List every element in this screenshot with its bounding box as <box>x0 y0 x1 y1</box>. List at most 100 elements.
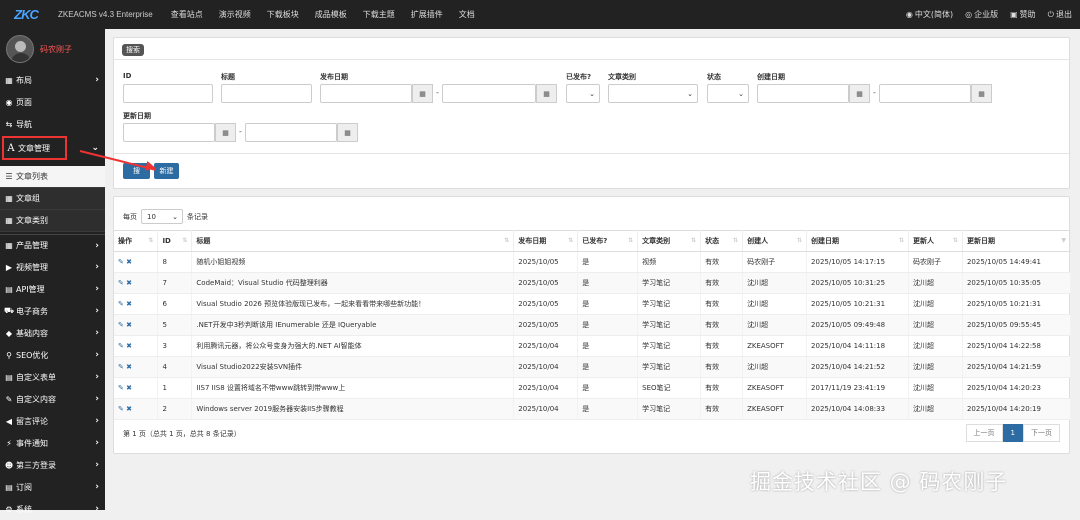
sidebar-item[interactable]: ⚙ 系统 › <box>0 498 105 520</box>
top-nav-link[interactable]: 文档 <box>459 9 475 20</box>
status-select[interactable]: ⌄ <box>707 84 749 103</box>
calendar-icon[interactable]: ▦ <box>536 84 557 103</box>
publish-date-to-input[interactable] <box>442 84 536 103</box>
category-select[interactable]: ⌄ <box>608 84 698 103</box>
table-row: ✎ ✖ 6 Visual Studio 2026 预览体验版现已发布，一起来看看带来… <box>114 293 1072 315</box>
sidebar-item[interactable]: ▤ API管理 › <box>0 278 105 300</box>
sidebar-item[interactable]: ▦ 文章组 <box>0 188 105 210</box>
table-cell[interactable]: IIS7 IIS8 设置将域名不带www跳转到带www上 <box>191 377 515 399</box>
column-header[interactable]: 标题 ⇅ <box>191 230 515 252</box>
next-page-button[interactable]: 下一页 <box>1023 424 1060 442</box>
calendar-icon[interactable]: ▦ <box>971 84 992 103</box>
delete-icon[interactable]: ✖ <box>126 300 132 308</box>
column-header[interactable]: ID ⇅ <box>157 230 193 252</box>
delete-icon[interactable]: ✖ <box>126 363 132 371</box>
id-input[interactable] <box>123 84 213 103</box>
calendar-icon[interactable]: ▦ <box>412 84 433 103</box>
table-cell[interactable]: .NET开发中3秒判断该用 IEnumerable 还是 IQueryable <box>191 314 515 336</box>
sidebar-item[interactable]: ☻ 第三方登录 › <box>0 454 105 476</box>
edit-icon[interactable]: ✎ <box>118 342 124 350</box>
sidebar-item[interactable]: ▤ 自定义表单 › <box>0 366 105 388</box>
sidebar-item[interactable]: ◀ 留言评论 › <box>0 410 105 432</box>
edition-link[interactable]: ◎ 企业版 <box>965 9 998 20</box>
edit-icon[interactable]: ✎ <box>118 321 124 329</box>
page-1-button[interactable]: 1 <box>1002 424 1023 442</box>
column-header[interactable]: 状态 ⇅ <box>700 230 744 252</box>
top-nav-link[interactable]: 演示视频 <box>219 9 251 20</box>
table-cell: 是 <box>577 398 639 420</box>
column-header[interactable]: 创建人 ⇅ <box>742 230 808 252</box>
published-select[interactable]: ⌄ <box>566 84 600 103</box>
table-icon: ▤ <box>5 372 13 382</box>
table-cell: 有效 <box>700 377 744 399</box>
sidebar-item[interactable]: ▦ 布局 › <box>0 69 105 91</box>
column-header[interactable]: 操作 ⇅ <box>114 230 159 252</box>
top-nav-link[interactable]: 下载主题 <box>363 9 395 20</box>
language-switch[interactable]: ◉ 中文(简体) <box>906 9 953 20</box>
delete-icon[interactable]: ✖ <box>126 321 132 329</box>
sidebar-item[interactable]: ⚲ SEO优化 › <box>0 344 105 366</box>
diamond-icon: ◆ <box>5 328 13 338</box>
delete-icon[interactable]: ✖ <box>126 405 132 413</box>
sidebar-item[interactable]: ✎ 自定义内容 › <box>0 388 105 410</box>
sidebar-item[interactable]: ▦ 产品管理 › <box>0 234 105 256</box>
delete-icon[interactable]: ✖ <box>126 258 132 266</box>
app-logo[interactable]: ZKC <box>4 0 48 29</box>
calendar-icon[interactable]: ▦ <box>849 84 870 103</box>
create-date-from-input[interactable] <box>757 84 849 103</box>
edit-icon[interactable]: ✎ <box>118 258 124 266</box>
calendar-icon[interactable]: ▦ <box>215 123 236 142</box>
sidebar-item-article-manage[interactable]: A 文章管理 ⌄ <box>2 136 99 160</box>
edit-icon[interactable]: ✎ <box>118 384 124 392</box>
sidebar-item[interactable]: ☰ 文章列表 <box>0 166 105 188</box>
new-button[interactable]: 新建 <box>154 163 179 179</box>
delete-icon[interactable]: ✖ <box>126 279 132 287</box>
sidebar-item[interactable]: ▶ 视频管理 › <box>0 256 105 278</box>
column-header[interactable]: 更新人 ⇅ <box>908 230 963 252</box>
app-brand[interactable]: ZKEACMS v4.3 Enterprise <box>58 10 153 19</box>
column-header[interactable]: 文章类别 ⇅ <box>637 230 702 252</box>
top-nav-link[interactable]: 成品模板 <box>315 9 347 20</box>
column-header[interactable]: 更新日期 ▼ <box>962 230 1072 252</box>
table-cell[interactable]: CodeMaid：Visual Studio 代码整理利器 <box>191 272 515 294</box>
sidebar-item[interactable]: ▦ 文章类别 <box>0 210 105 232</box>
sidebar-item[interactable]: ⇆ 导航 <box>0 113 105 135</box>
create-date-to-input[interactable] <box>879 84 971 103</box>
table-cell[interactable]: 利用腾讯元器，将公众号变身为强大的.NET AI智能体 <box>191 335 515 357</box>
top-nav-link[interactable]: 下载板块 <box>267 9 299 20</box>
publish-date-from-input[interactable] <box>320 84 412 103</box>
edit-icon[interactable]: ✎ <box>118 279 124 287</box>
column-header[interactable]: 已发布? ⇅ <box>577 230 639 252</box>
table-cell[interactable]: Visual Studio2022安装SVN插件 <box>191 356 515 378</box>
table-cell[interactable]: Windows server 2019服务器安装IIS步骤教程 <box>191 398 515 420</box>
table-cell: 沈川超 <box>908 398 963 420</box>
title-input[interactable] <box>221 84 312 103</box>
table-cell: 3 <box>157 335 193 357</box>
delete-icon[interactable]: ✖ <box>126 342 132 350</box>
delete-icon[interactable]: ✖ <box>126 384 132 392</box>
sidebar-item[interactable]: ◆ 基础内容 › <box>0 322 105 344</box>
font-icon: A <box>7 142 15 154</box>
logout-link[interactable]: ⏻ 退出 <box>1048 9 1072 20</box>
calendar-icon[interactable]: ▦ <box>337 123 358 142</box>
column-header[interactable]: 发布日期 ⇅ <box>513 230 579 252</box>
edit-icon[interactable]: ✎ <box>118 300 124 308</box>
sidebar-item[interactable]: ◉ 页面 <box>0 91 105 113</box>
edit-icon[interactable]: ✎ <box>118 363 124 371</box>
sidebar-item[interactable]: ⚡ 事件通知 › <box>0 432 105 454</box>
prev-page-button[interactable]: 上一页 <box>965 424 1003 442</box>
donate-link[interactable]: ▣ 赞助 <box>1010 9 1036 20</box>
table-cell[interactable]: 随机小姐姐视频 <box>191 251 515 273</box>
page-size-select[interactable]: 10 ⌄ <box>141 209 183 224</box>
edit-icon[interactable]: ✎ <box>118 405 124 413</box>
top-nav-link[interactable]: 扩展插件 <box>411 9 443 20</box>
chevron-down-icon: ⌄ <box>91 143 99 153</box>
label-id: ID <box>123 72 132 80</box>
update-date-from-input[interactable] <box>123 123 215 142</box>
table-cell[interactable]: Visual Studio 2026 预览体验版现已发布，一起来看看带来哪些新功… <box>191 293 515 315</box>
update-date-to-input[interactable] <box>245 123 337 142</box>
column-header[interactable]: 创建日期 ⇅ <box>806 230 909 252</box>
sidebar-item[interactable]: ⛟ 电子商务 › <box>0 300 105 322</box>
sidebar-item[interactable]: ▤ 订阅 › <box>0 476 105 498</box>
top-nav-link[interactable]: 查看站点 <box>171 9 203 20</box>
